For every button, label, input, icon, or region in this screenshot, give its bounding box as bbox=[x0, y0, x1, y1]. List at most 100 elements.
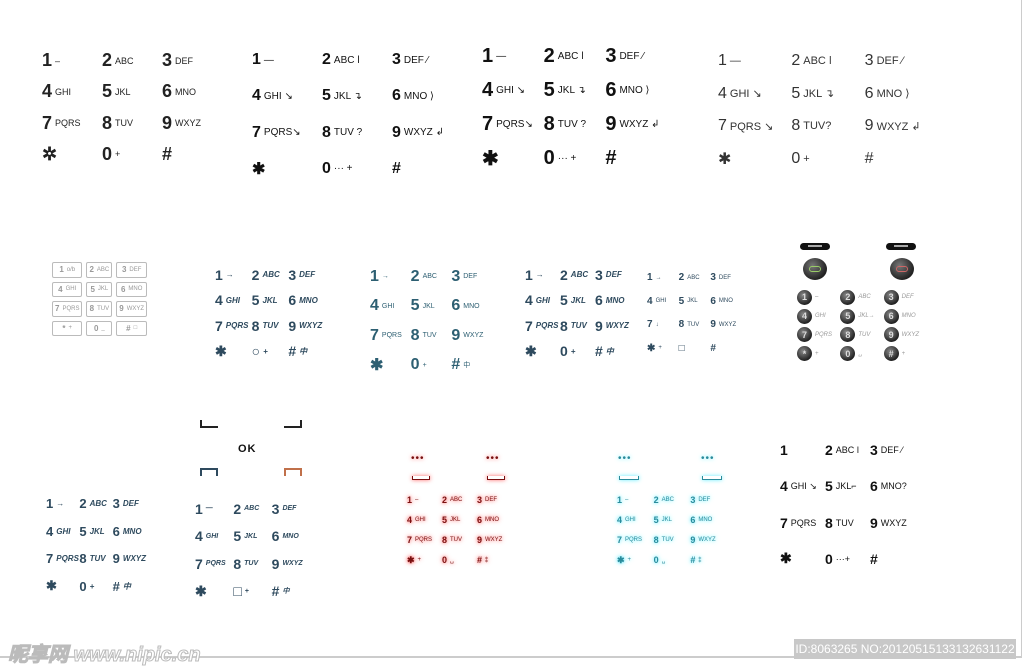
key-7[interactable]: 7 PQRS bbox=[370, 321, 411, 351]
key-9[interactable]: 9 WXYZ bbox=[883, 326, 927, 345]
key-star[interactable]: ✱ bbox=[195, 578, 233, 606]
key-hash[interactable]: # 中 bbox=[288, 339, 325, 365]
key-7[interactable]: 7 PQRS bbox=[52, 301, 83, 317]
key-0[interactable]: 0 + bbox=[102, 139, 162, 170]
left-soft-key[interactable] bbox=[800, 243, 830, 250]
key-6[interactable]: 6 MNO bbox=[883, 307, 927, 326]
key-2[interactable]: 2 ABC bbox=[233, 495, 271, 523]
key-hash[interactable]: # 中 bbox=[272, 578, 310, 606]
key-○[interactable]: ○ + bbox=[252, 339, 289, 365]
key-1[interactable]: 1– bbox=[42, 45, 102, 76]
key-star[interactable]: ✱ bbox=[482, 141, 544, 175]
key-6[interactable]: 6 MNO bbox=[288, 288, 325, 314]
key-9[interactable]: 9 WXYZ bbox=[870, 505, 915, 541]
key-hash[interactable]: # □ bbox=[116, 320, 148, 336]
key-8[interactable]: 8 TUV bbox=[654, 530, 691, 550]
key-star[interactable]: ✱ + bbox=[617, 550, 654, 570]
key-star[interactable]: * + bbox=[52, 320, 83, 336]
key-3[interactable]: 3 DEF ⁄ bbox=[870, 432, 915, 468]
key-9[interactable]: 9 WXYZ bbox=[116, 301, 148, 317]
key-0[interactable]: 0 ␣ bbox=[654, 550, 691, 570]
key-6[interactable]: 6 MNO bbox=[477, 510, 512, 530]
key-6[interactable]: 6 MNO ⟩ bbox=[865, 78, 938, 111]
key-1[interactable]: 1– bbox=[797, 288, 840, 307]
key-9[interactable]: 9 WXYZ ↲ bbox=[865, 110, 938, 143]
key-0[interactable]: 0 + bbox=[791, 143, 864, 176]
key-4[interactable]: 4 GHI ↘ bbox=[780, 468, 825, 504]
key-hash[interactable]: # bbox=[392, 151, 462, 187]
key-hash[interactable]: # ⁑ bbox=[477, 550, 512, 570]
key-2[interactable]: 2 ABC bbox=[679, 266, 711, 290]
key-5[interactable]: 5 JKL bbox=[233, 523, 271, 551]
key-6[interactable]: 6 MNO bbox=[451, 292, 492, 322]
key-4[interactable]: 4 GHI ↘ bbox=[482, 74, 544, 108]
key-8[interactable]: 8 TUV ? bbox=[322, 115, 392, 151]
key-3[interactable]: 3 DEF bbox=[288, 262, 325, 288]
key-5[interactable]: 5 JKL ↴ bbox=[544, 74, 606, 108]
key-1[interactable]: 1— bbox=[195, 495, 233, 523]
key-star[interactable]: ✱ bbox=[46, 573, 79, 601]
key-3[interactable]: 3 DEF bbox=[162, 45, 222, 76]
key-6[interactable]: 6 MNO bbox=[595, 288, 630, 314]
key-3[interactable]: 3 DEF bbox=[451, 262, 492, 292]
key-7[interactable]: 7 PQRS bbox=[797, 326, 840, 345]
right-soft-key-bracket[interactable] bbox=[487, 476, 505, 480]
key-9[interactable]: 9 WXYZ ↲ bbox=[392, 115, 462, 151]
key-1[interactable]: 1 bbox=[780, 432, 825, 468]
key-3[interactable]: 3 DEF bbox=[710, 266, 742, 290]
key-7[interactable]: 7 PQRS bbox=[215, 313, 252, 339]
key-5[interactable]: 5 JKL bbox=[252, 288, 289, 314]
key-hash[interactable]: # bbox=[870, 541, 915, 577]
key-4[interactable]: 4 GHI bbox=[42, 76, 102, 107]
key-3[interactable]: 3 DEF bbox=[113, 490, 146, 518]
key-3[interactable]: 3 DEF ⁄ bbox=[392, 42, 462, 78]
key-2[interactable]: 2 ABC bbox=[654, 490, 691, 510]
key-star[interactable]: ✱ bbox=[370, 351, 411, 381]
key-4[interactable]: 4 GHI ↘ bbox=[252, 78, 322, 114]
key-8[interactable]: 8 TUV bbox=[102, 108, 162, 139]
call-button-icon[interactable] bbox=[803, 258, 827, 280]
key-8[interactable]: 8 TUV bbox=[679, 313, 711, 337]
key-2[interactable]: 2 ABC bbox=[79, 490, 112, 518]
key-9[interactable]: 9 WXYZ bbox=[272, 550, 310, 578]
right-soft-key-bracket[interactable] bbox=[284, 420, 302, 428]
key-1[interactable]: 1 → bbox=[46, 490, 79, 518]
key-9[interactable]: 9 WXYZ bbox=[710, 313, 742, 337]
key-7[interactable]: 7 PQRS bbox=[780, 505, 825, 541]
left-soft-key-bracket[interactable] bbox=[200, 420, 218, 428]
key-6[interactable]: 6 MNO bbox=[710, 290, 742, 314]
call-key-icon[interactable] bbox=[200, 468, 218, 476]
key-hash[interactable]: # 中 bbox=[113, 573, 146, 601]
key-7[interactable]: 7 PQRS bbox=[617, 530, 654, 550]
key-6[interactable]: 6 MNO bbox=[113, 518, 146, 546]
key-1[interactable]: 1– bbox=[617, 490, 654, 510]
key-8[interactable]: 8 TUV? bbox=[791, 110, 864, 143]
key-8[interactable]: 8 TUV bbox=[442, 530, 477, 550]
key-8[interactable]: 8 TUV bbox=[233, 550, 271, 578]
key-1[interactable]: 1 → bbox=[647, 266, 679, 290]
key-4[interactable]: 4 GHI bbox=[647, 290, 679, 314]
left-soft-key-bracket[interactable] bbox=[619, 476, 639, 480]
key-hash[interactable]: # bbox=[605, 141, 667, 175]
key-7[interactable]: 7 PQRS ↘ bbox=[718, 110, 791, 143]
key-0[interactable]: 0 + bbox=[411, 351, 452, 381]
key-4[interactable]: 4 GHI bbox=[797, 307, 840, 326]
key-9[interactable]: 9 WXYZ bbox=[477, 530, 512, 550]
key-2[interactable]: 2 ABC bbox=[442, 490, 477, 510]
key-7[interactable]: 7 PQRS↘ bbox=[482, 108, 544, 142]
key-9[interactable]: 9 WXYZ bbox=[113, 545, 146, 573]
key-5[interactable]: 5 JKL bbox=[442, 510, 477, 530]
key-7[interactable]: 7 ↓ bbox=[647, 313, 679, 337]
key-6[interactable]: 6 MNO? bbox=[870, 468, 915, 504]
key-0[interactable]: 0 + bbox=[560, 339, 595, 365]
key-3[interactable]: 3 DEF bbox=[595, 262, 630, 288]
key-star[interactable]: ✱ bbox=[252, 151, 322, 187]
key-hash[interactable]: # bbox=[162, 139, 222, 170]
key-7[interactable]: 7 PQRS↘ bbox=[252, 115, 322, 151]
key-1[interactable]: 1 → bbox=[525, 262, 560, 288]
end-key-icon[interactable] bbox=[284, 468, 302, 476]
key-3[interactable]: 3 DEF ⁄ bbox=[605, 40, 667, 74]
key-4[interactable]: 4 GHI bbox=[46, 518, 79, 546]
key-5[interactable]: 5 JKL bbox=[679, 290, 711, 314]
key-2[interactable]: 2 ABC bbox=[86, 262, 113, 278]
